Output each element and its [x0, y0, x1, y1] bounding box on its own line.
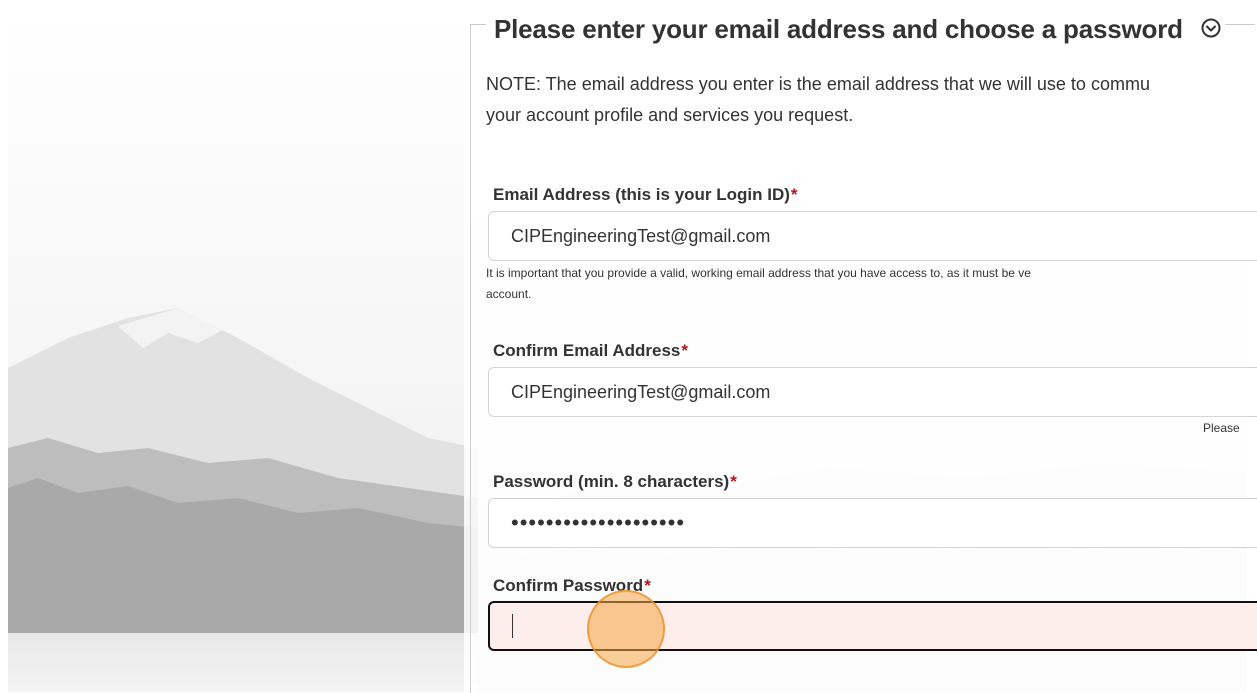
click-highlight-indicator — [587, 590, 665, 668]
fieldset-border — [470, 24, 471, 693]
section-title: Please enter your email address and choo… — [494, 14, 1183, 44]
note-line-1: NOTE: The email address you enter is the… — [486, 74, 1150, 94]
email-help-text: It is important that you provide a valid… — [486, 263, 1031, 305]
note-line-2: your account profile and services you re… — [486, 105, 854, 125]
fieldset-border-top-left — [470, 24, 486, 25]
confirm-email-label-text: Confirm Email Address — [493, 341, 681, 360]
section-note: NOTE: The email address you enter is the… — [486, 69, 1257, 131]
confirm-email-field[interactable] — [488, 367, 1257, 417]
required-asterisk: * — [790, 185, 798, 204]
email-field[interactable] — [488, 211, 1257, 261]
text-caret — [512, 614, 513, 638]
confirm-email-label: Confirm Email Address* — [493, 341, 688, 361]
confirm-email-hint: Please — [1203, 421, 1240, 435]
password-label: Password (min. 8 characters)* — [493, 472, 737, 492]
required-asterisk: * — [730, 472, 737, 491]
email-label-text: Email Address (this is your Login ID) — [493, 185, 790, 204]
fieldset-border-top-right — [1225, 24, 1255, 25]
email-help-line-1: It is important that you provide a valid… — [486, 266, 1031, 280]
password-field[interactable]: •••••••••••••••••••• — [488, 498, 1257, 548]
email-label: Email Address (this is your Login ID)* — [493, 185, 798, 205]
email-help-line-2: account. — [486, 287, 532, 301]
password-label-text: Password (min. 8 characters) — [493, 472, 730, 491]
chevron-circle-down-icon[interactable] — [1200, 17, 1222, 39]
required-asterisk: * — [681, 341, 688, 360]
required-asterisk: * — [644, 576, 651, 595]
